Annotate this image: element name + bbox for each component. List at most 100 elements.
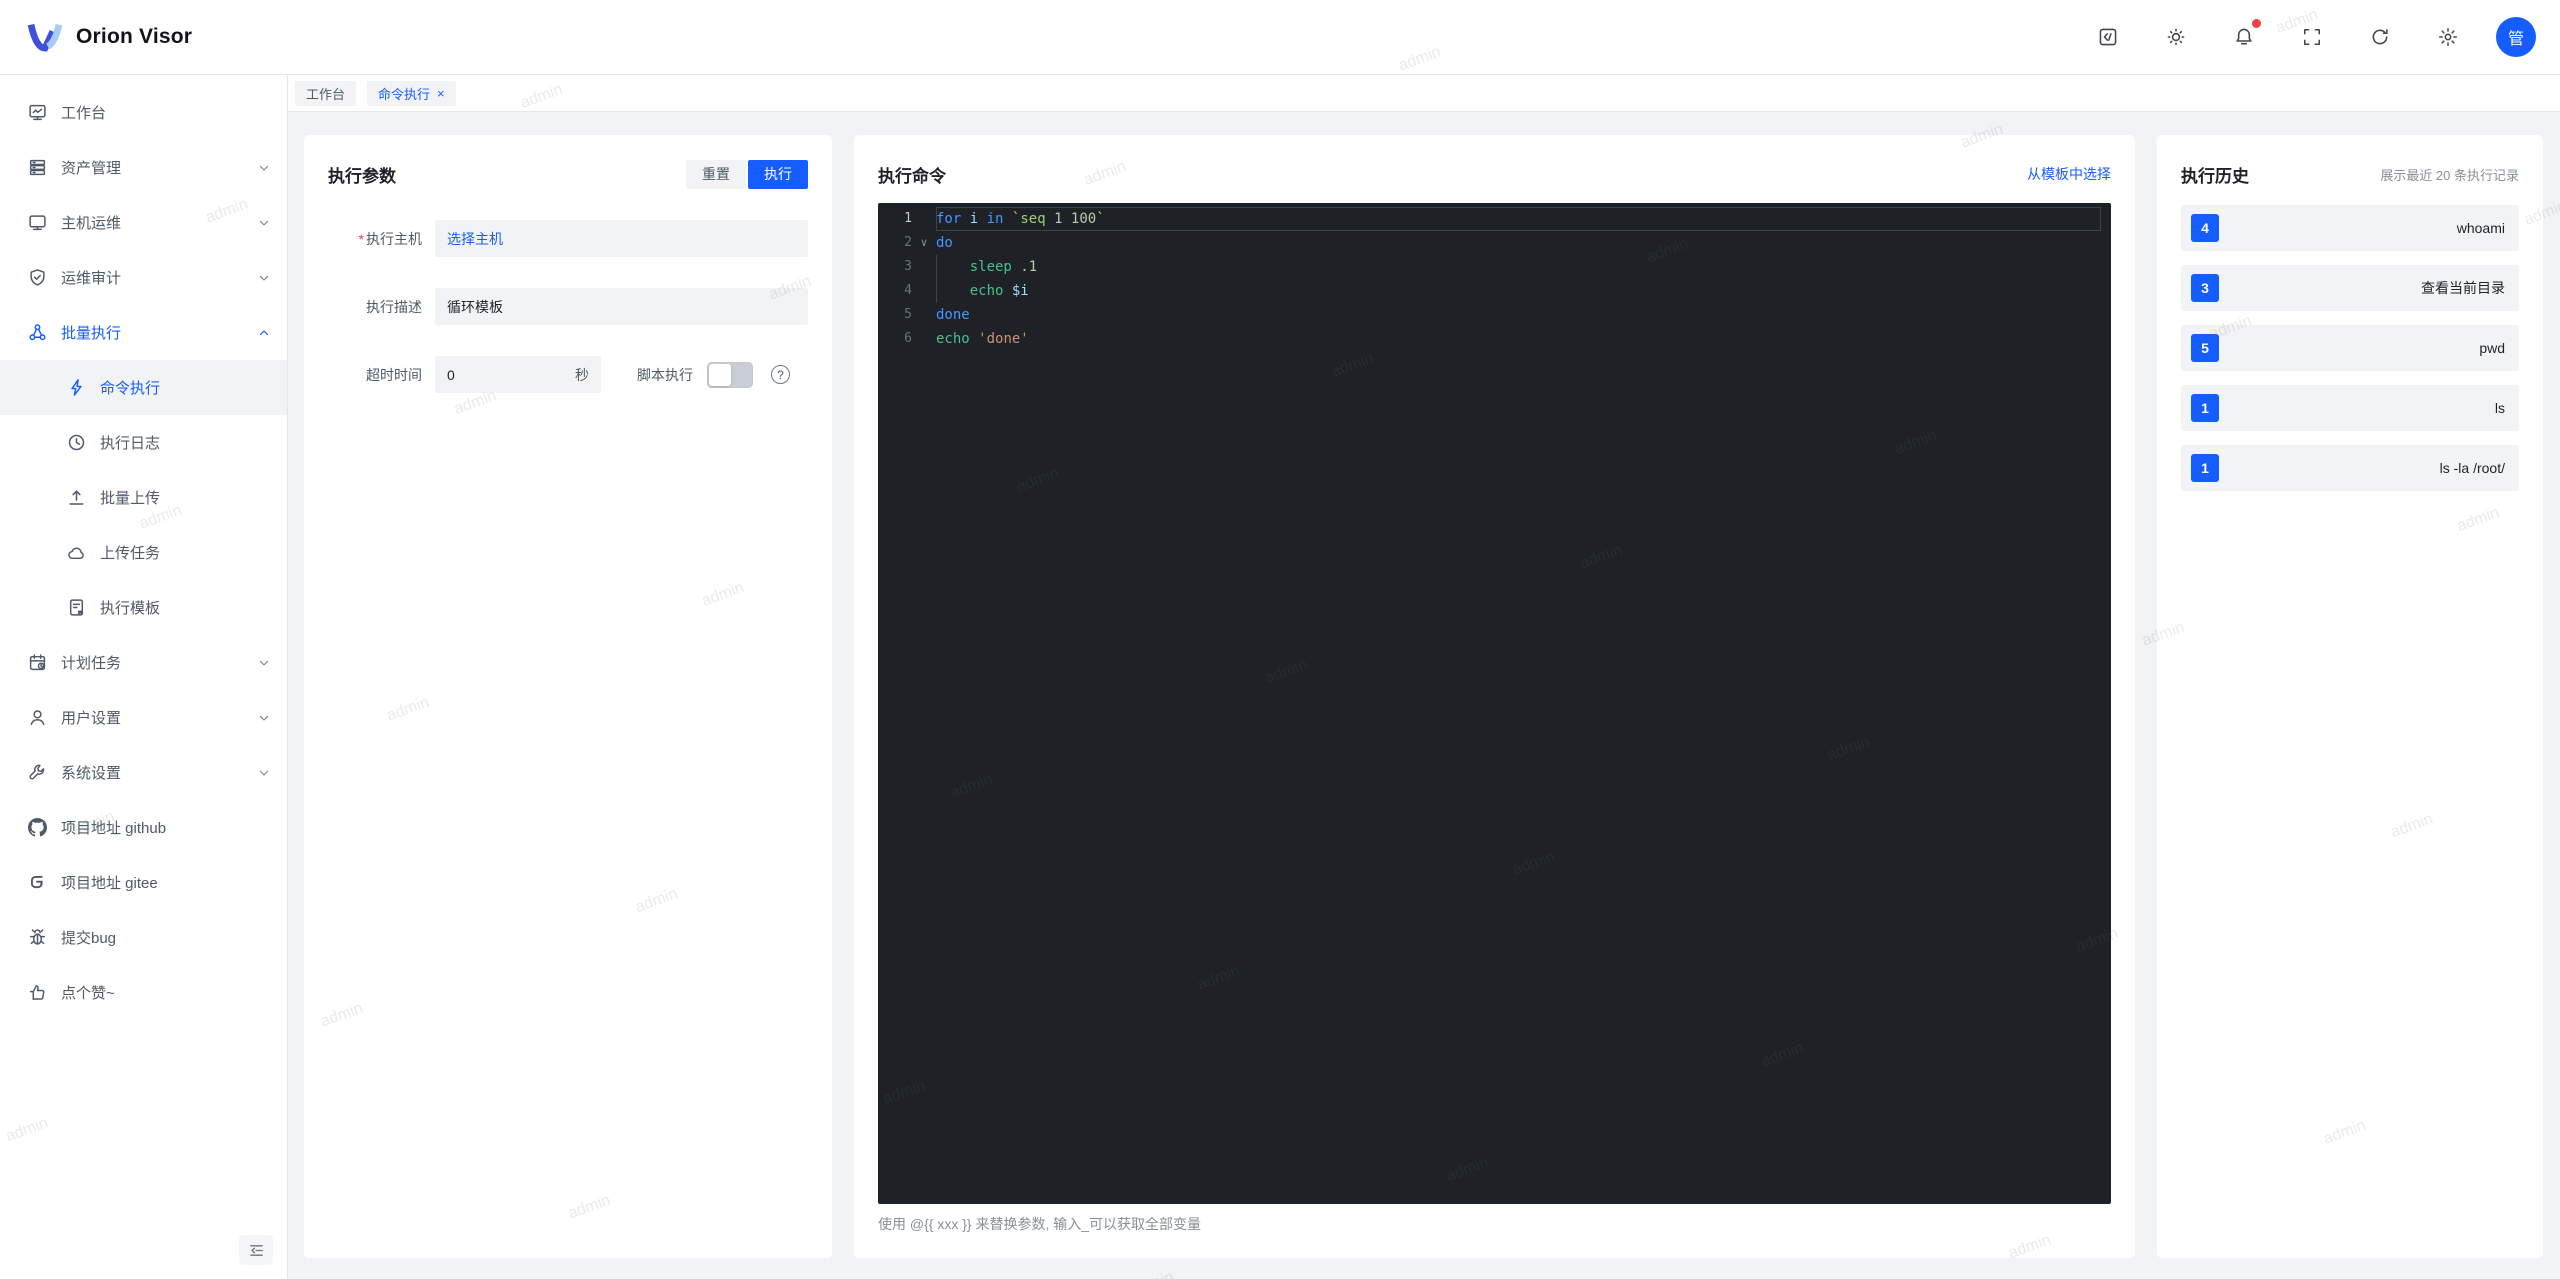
sidebar-item-label: 项目地址 github: [61, 820, 167, 837]
app-header: Orion Visor 管: [0, 0, 2560, 75]
sidebar-item-system-settings[interactable]: 系统设置: [0, 745, 287, 800]
sidebar-item-user-settings[interactable]: 用户设置: [0, 690, 287, 745]
bell-icon: [2234, 27, 2254, 47]
line-number: 4: [904, 283, 912, 298]
sidebar-item-command-exec[interactable]: 命令执行: [0, 360, 287, 415]
sidebar-item-github[interactable]: 项目地址 github: [0, 800, 287, 855]
sidebar-item-batch-exec[interactable]: 批量执行: [0, 305, 287, 360]
script-exec-label: 脚本执行: [637, 366, 693, 383]
shield-icon: [28, 268, 47, 287]
sidebar-item-host-ops[interactable]: 主机运维: [0, 195, 287, 250]
refresh-icon: [2370, 27, 2390, 47]
code-editor[interactable]: 1 for i in `seq 1 100` 2 ∨ do 3 sleep .1 4 ech…: [878, 203, 2111, 1204]
execute-button[interactable]: 执行: [748, 159, 808, 189]
sidebar: 工作台资产管理主机运维运维审计批量执行命令执行执行日志批量上传上传任务 执行模板计…: [0, 75, 288, 1279]
code-text: for i in `seq 1 100`: [936, 207, 2101, 231]
sidebar-item-schedule[interactable]: 计划任务: [0, 635, 287, 690]
editor-hint: 使用 @{{ xxx }} 来替换参数, 输入_可以获取全部变量: [878, 1216, 1202, 1232]
code-text: sleep .1: [936, 255, 2101, 279]
logo-icon: [26, 20, 64, 54]
refresh-button[interactable]: [2360, 17, 2400, 57]
line-number: 2: [904, 235, 912, 250]
chevron-down-icon: [257, 656, 271, 670]
toggle-knob: [709, 363, 731, 386]
code-text: do: [936, 235, 953, 251]
host-select-field[interactable]: 选择主机: [435, 220, 808, 257]
timeout-unit: 秒: [575, 366, 589, 383]
timeout-input[interactable]: 0 秒: [435, 356, 601, 393]
fullscreen-button[interactable]: [2292, 17, 2332, 57]
code-preview-button[interactable]: [2088, 17, 2128, 57]
sidebar-item-label: 工作台: [61, 105, 107, 122]
help-icon[interactable]: ?: [771, 365, 790, 384]
line-number: 6: [904, 331, 912, 346]
required-mark: *: [358, 230, 364, 247]
code-line: 6 echo 'done': [878, 327, 2111, 351]
sidebar-collapse-button[interactable]: [239, 1235, 273, 1265]
gitee-icon: [28, 873, 47, 892]
sidebar-item-workbench[interactable]: 工作台: [0, 85, 287, 140]
select-from-template-link[interactable]: 从模板中选择: [2027, 164, 2111, 184]
user-icon: [28, 708, 47, 727]
user-avatar[interactable]: 管: [2496, 17, 2536, 57]
sidebar-item-label: 系统设置: [61, 765, 122, 782]
sidebar-item-audit[interactable]: 运维审计: [0, 250, 287, 305]
tab-close-icon[interactable]: ×: [437, 87, 445, 100]
sidebar-item-label: 运维审计: [61, 270, 122, 287]
sidebar-item-upload-tasks[interactable]: 上传任务: [0, 525, 287, 580]
notifications-button[interactable]: [2224, 17, 2264, 57]
history-command: ls -la /root/: [2439, 460, 2505, 476]
sun-icon: [2166, 27, 2186, 47]
line-number: 1: [904, 211, 912, 226]
code-text: done: [936, 307, 970, 323]
history-command: ls: [2494, 400, 2505, 416]
fold-chevron-icon[interactable]: ∨: [912, 231, 936, 255]
expand-icon: [2302, 27, 2322, 47]
settings-button[interactable]: [2428, 17, 2468, 57]
script-exec-toggle[interactable]: [707, 361, 753, 388]
history-item[interactable]: 5 pwd: [2181, 325, 2519, 371]
sidebar-item-assets[interactable]: 资产管理: [0, 140, 287, 195]
tab-bar: 工作台 命令执行 ×: [288, 75, 2560, 112]
history-subtitle: 展示最近 20 条执行记录: [2380, 167, 2519, 183]
code-line: 1 for i in `seq 1 100`: [878, 207, 2111, 231]
wrench-icon: [28, 763, 47, 782]
tab-0[interactable]: 工作台: [295, 80, 357, 106]
host-select-link[interactable]: 选择主机: [447, 229, 503, 249]
orion-visor-app: Orion Visor 管 工作台资产管理主机运维运维审计批量执行命令执行执行日…: [0, 0, 2560, 1279]
theme-button[interactable]: [2156, 17, 2196, 57]
sidebar-item-exec-template[interactable]: 执行模板: [0, 580, 287, 635]
bug-icon: [28, 928, 47, 947]
tab-1[interactable]: 命令执行 ×: [367, 80, 456, 106]
sidebar-item-gitee[interactable]: 项目地址 gitee: [0, 855, 287, 910]
history-panel: 执行历史 展示最近 20 条执行记录 4 whoami 3 查看当前目录 5 pwd 1 ls…: [2157, 135, 2543, 1258]
code-text: echo $i: [936, 279, 2101, 303]
chevron-down-icon: [257, 711, 271, 725]
sidebar-item-exec-log[interactable]: 执行日志: [0, 415, 287, 470]
sidebar-item-label: 项目地址 gitee: [61, 875, 158, 892]
sidebar-item-label: 执行日志: [100, 435, 161, 452]
dashboard-icon: [28, 103, 47, 122]
sidebar-item-label: 点个赞~: [61, 985, 115, 1002]
sidebar-item-label: 批量执行: [61, 325, 122, 342]
history-item[interactable]: 3 查看当前目录: [2181, 265, 2519, 311]
fold-gutter: [912, 255, 936, 279]
content-area: 执行参数 重置 执行 * 执行主机 选择主机 执行描述 循环模板 超时时间 0 …: [288, 112, 2560, 1279]
sidebar-item-label: 批量上传: [100, 490, 161, 507]
code-text: echo 'done': [936, 331, 1029, 347]
thumb-icon: [28, 983, 47, 1002]
sidebar-item-batch-upload[interactable]: 批量上传: [0, 470, 287, 525]
github-icon: [28, 818, 47, 837]
desc-input[interactable]: 循环模板: [435, 288, 808, 325]
history-list: 4 whoami 3 查看当前目录 5 pwd 1 ls 1 ls -la /root/: [2181, 205, 2519, 491]
sidebar-item-like[interactable]: 点个赞~: [0, 965, 287, 1020]
history-count-badge: 5: [2191, 334, 2219, 362]
upload-icon: [67, 488, 86, 507]
history-item[interactable]: 4 whoami: [2181, 205, 2519, 251]
sidebar-item-bug[interactable]: 提交bug: [0, 910, 287, 965]
sidebar-item-label: 资产管理: [61, 160, 122, 177]
history-item[interactable]: 1 ls: [2181, 385, 2519, 431]
history-item[interactable]: 1 ls -la /root/: [2181, 445, 2519, 491]
reset-button[interactable]: 重置: [686, 159, 746, 189]
history-count-badge: 1: [2191, 394, 2219, 422]
